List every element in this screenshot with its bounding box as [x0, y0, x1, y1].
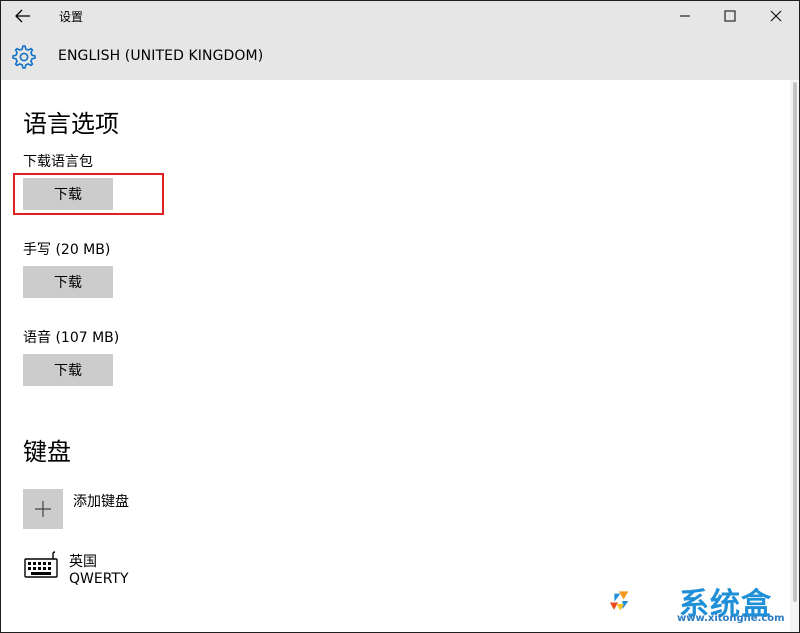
- keyboard-layout-name[interactable]: QWERTY: [69, 571, 129, 587]
- section-heading-keyboards: 键盘: [23, 438, 71, 466]
- back-button[interactable]: [9, 3, 37, 29]
- minimize-icon: [680, 15, 690, 17]
- download-handwriting-button[interactable]: 下载: [23, 266, 113, 298]
- scrollbar-thumb[interactable]: [793, 82, 797, 602]
- speech-label: 语音 (107 MB): [23, 330, 120, 346]
- keyboard-icon: [24, 551, 58, 578]
- language-pack-label: 下载语言包: [23, 154, 93, 170]
- add-keyboard-button[interactable]: [23, 489, 63, 529]
- maximize-icon: [724, 10, 736, 22]
- download-speech-button[interactable]: 下载: [23, 354, 113, 386]
- close-button[interactable]: [753, 1, 799, 31]
- minimize-button[interactable]: [662, 1, 708, 31]
- maximize-button[interactable]: [707, 1, 753, 31]
- vertical-scrollbar[interactable]: [790, 80, 799, 632]
- keyboard-language-name[interactable]: 英国: [69, 551, 97, 571]
- watermark-url: www.xitonghe.com: [677, 613, 785, 624]
- add-keyboard-label[interactable]: 添加键盘: [73, 491, 129, 511]
- gear-icon: [12, 45, 36, 69]
- settings-window: 设置 ENGLISH (UNITED KINGDOM) 语言选项 下载语言包 下…: [0, 0, 800, 633]
- page-title: ENGLISH (UNITED KINGDOM): [58, 48, 264, 64]
- watermark-logo-icon: [609, 591, 629, 611]
- handwriting-label: 手写 (20 MB): [23, 242, 111, 258]
- header-bar: 设置 ENGLISH (UNITED KINGDOM): [1, 1, 799, 80]
- download-language-pack-button[interactable]: 下载: [23, 178, 113, 210]
- plus-icon: [35, 501, 51, 517]
- app-title: 设置: [59, 10, 84, 24]
- close-icon: [770, 10, 782, 22]
- back-arrow-icon: [15, 9, 30, 23]
- section-heading-language-options: 语言选项: [23, 110, 119, 138]
